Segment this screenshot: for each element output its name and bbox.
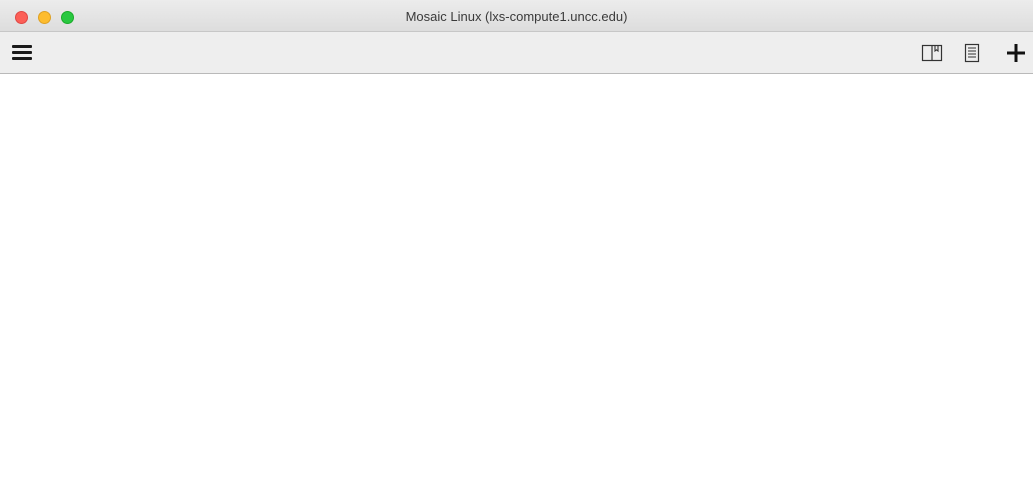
notes-icon[interactable] <box>961 43 983 63</box>
main-content-area[interactable] <box>0 74 1033 487</box>
book-icon[interactable] <box>921 43 943 63</box>
hamburger-menu-icon[interactable] <box>12 44 32 62</box>
plus-icon[interactable] <box>1005 42 1027 62</box>
toolbar <box>0 32 1033 74</box>
title-bar[interactable]: Mosaic Linux (lxs-compute1.uncc.edu) <box>0 0 1033 32</box>
app-window: Mosaic Linux (lxs-compute1.uncc.edu) <box>0 0 1033 487</box>
window-title: Mosaic Linux (lxs-compute1.uncc.edu) <box>405 9 628 24</box>
